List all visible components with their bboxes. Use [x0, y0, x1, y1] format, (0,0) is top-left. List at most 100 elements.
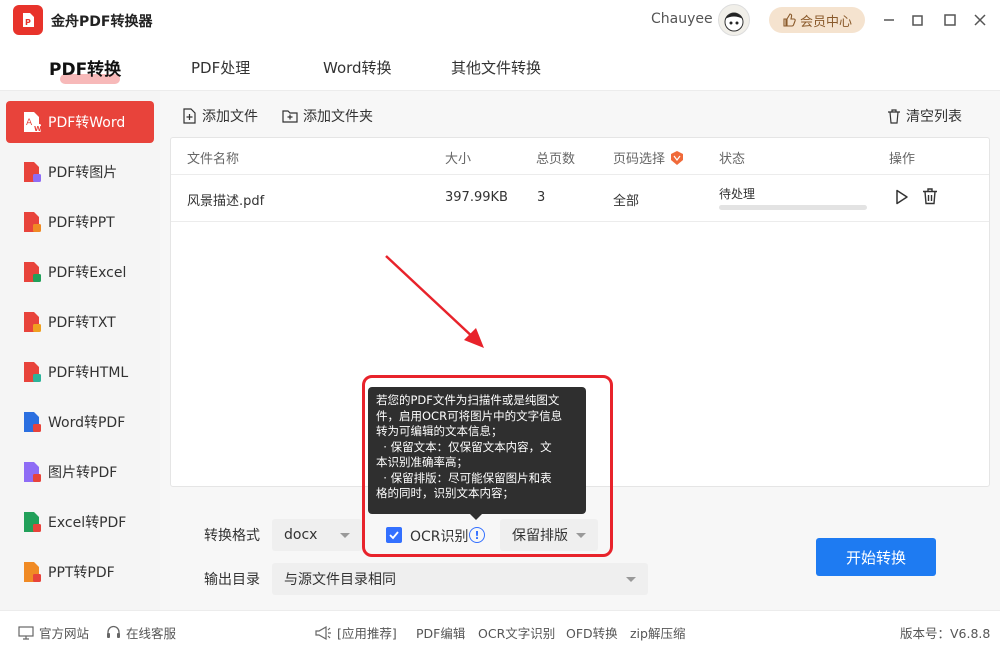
progress-bar: [719, 205, 867, 210]
header-page-select: 页码选择: [613, 148, 685, 167]
svg-text:A: A: [26, 118, 33, 128]
output-dir-select[interactable]: 与源文件目录相同: [272, 563, 648, 595]
row-divider: [171, 221, 989, 222]
restore-icon: [912, 15, 923, 26]
link-ocr[interactable]: OCR文字识别: [478, 623, 555, 642]
sidebar-item-pdf-to-image[interactable]: PDF转图片: [6, 151, 154, 193]
maximize-button[interactable]: [940, 10, 960, 30]
sidebar-item-label: Excel转PDF: [48, 515, 127, 531]
pdf-html-icon: [22, 361, 42, 383]
annotation-highlight-box: [362, 375, 613, 557]
chevron-down-icon: [626, 577, 636, 582]
online-support-link[interactable]: 在线客服: [106, 623, 176, 642]
clear-list-button[interactable]: 清空列表: [887, 106, 962, 126]
sidebar-item-excel-to-pdf[interactable]: Excel转PDF: [6, 501, 154, 543]
file-status: 待处理: [719, 187, 756, 201]
trash-icon: [888, 108, 900, 124]
tab-word-convert[interactable]: Word转换: [323, 57, 392, 78]
sidebar-item-image-to-pdf[interactable]: 图片转PDF: [6, 451, 154, 493]
header-actions: 操作: [889, 152, 916, 167]
svg-text:W: W: [34, 125, 42, 133]
ppt-pdf-icon: [22, 561, 42, 583]
official-website-label: 官方网站: [39, 626, 90, 641]
format-value: docx: [284, 527, 318, 543]
tab-other-convert[interactable]: 其他文件转换: [451, 57, 541, 78]
header-filename: 文件名称: [187, 152, 240, 167]
header-divider: [171, 174, 989, 175]
sidebar-item-pdf-to-excel[interactable]: PDF转Excel: [6, 251, 154, 293]
minimize-button[interactable]: [879, 10, 899, 30]
sidebar-item-pdf-to-html[interactable]: PDF转HTML: [6, 351, 154, 393]
tab-pdf-convert[interactable]: PDF转换: [49, 55, 121, 80]
pdf-ppt-icon: [22, 211, 42, 233]
clear-list-label: 清空列表: [906, 109, 962, 125]
image-pdf-icon: [22, 461, 42, 483]
pdf-txt-icon: [22, 311, 42, 333]
file-page-select[interactable]: 全部: [613, 190, 639, 209]
output-dir-value: 与源文件目录相同: [284, 572, 396, 588]
top-navigation: PDF转换 PDF处理 Word转换 其他文件转换: [0, 40, 1000, 90]
restore-button[interactable]: [908, 10, 928, 30]
format-select[interactable]: docx: [272, 519, 362, 551]
vip-center-button[interactable]: 会员中心: [769, 7, 865, 33]
sidebar-item-word-to-pdf[interactable]: Word转PDF: [6, 401, 154, 443]
sidebar-item-label: PDF转图片: [48, 165, 118, 181]
vip-crown-icon: [671, 150, 684, 165]
sidebar-item-label: PDF转Excel: [48, 265, 127, 281]
add-file-button[interactable]: 添加文件: [182, 106, 258, 126]
close-button[interactable]: [970, 10, 990, 30]
file-pages: 3: [537, 190, 546, 205]
title-bar: P 金舟PDF转换器 Chauyee 会员中心: [0, 0, 1000, 40]
monitor-icon: [18, 625, 34, 640]
svg-text:P: P: [25, 18, 31, 27]
chevron-down-icon: [340, 533, 350, 538]
user-avatar[interactable]: [718, 4, 750, 36]
sidebar-item-label: PDF转Word: [48, 115, 126, 131]
app-recommend-label: [应用推荐]: [337, 626, 397, 641]
tab-pdf-process[interactable]: PDF处理: [191, 57, 250, 78]
thumbs-up-icon: [783, 13, 796, 27]
sidebar-item-pdf-to-ppt[interactable]: PDF转PPT: [6, 201, 154, 243]
official-website-link[interactable]: 官方网站: [18, 623, 89, 642]
status-bar: 官方网站 在线客服 [应用推荐] PDF编辑 OCR文字识别 OFD转换 zip…: [0, 610, 1000, 650]
online-support-label: 在线客服: [126, 626, 177, 641]
sidebar-item-pdf-to-txt[interactable]: PDF转TXT: [6, 301, 154, 343]
sidebar-item-ppt-to-pdf[interactable]: PPT转PDF: [6, 551, 154, 593]
megaphone-icon: [315, 625, 331, 640]
header-pages: 总页数: [536, 152, 576, 167]
excel-pdf-icon: [22, 511, 42, 533]
header-status: 状态: [719, 152, 746, 167]
vip-center-label: 会员中心: [799, 14, 852, 30]
start-convert-button[interactable]: 开始转换: [816, 538, 936, 576]
sidebar-item-label: Word转PDF: [48, 415, 126, 431]
file-name: 风景描述.pdf: [187, 194, 265, 209]
add-file-label: 添加文件: [202, 109, 258, 125]
annotation-arrow-icon: [385, 255, 484, 348]
link-ofd[interactable]: OFD转换: [566, 623, 618, 642]
sidebar-item-label: PDF转HTML: [48, 365, 129, 381]
headset-icon: [107, 625, 120, 638]
app-recommend: [应用推荐]: [314, 623, 397, 642]
play-button[interactable]: [895, 189, 909, 209]
trash-icon: [923, 188, 937, 205]
file-size: 397.99KB: [445, 190, 508, 205]
add-file-icon: [183, 108, 196, 124]
close-icon: [974, 14, 986, 26]
sidebar-item-label: PDF转TXT: [48, 315, 116, 331]
minimize-icon: [884, 19, 894, 21]
link-pdf-edit[interactable]: PDF编辑: [416, 623, 465, 642]
app-logo-icon: P: [13, 5, 43, 35]
sidebar-item-label: PPT转PDF: [48, 565, 115, 581]
delete-button[interactable]: [922, 188, 938, 209]
add-folder-button[interactable]: 添加文件夹: [282, 106, 373, 126]
link-zip[interactable]: zip解压缩: [630, 623, 685, 642]
word-pdf-icon: [22, 411, 42, 433]
version-text: 版本号：V6.8.8: [900, 626, 991, 641]
add-folder-icon: [282, 110, 298, 123]
output-label: 输出目录: [204, 572, 260, 588]
sidebar-item-label: PDF转PPT: [48, 215, 115, 231]
format-label: 转换格式: [204, 528, 260, 544]
maximize-icon: [944, 14, 956, 26]
username: Chauyee: [651, 11, 713, 27]
sidebar-item-pdf-to-word[interactable]: AW PDF转Word: [6, 101, 154, 143]
